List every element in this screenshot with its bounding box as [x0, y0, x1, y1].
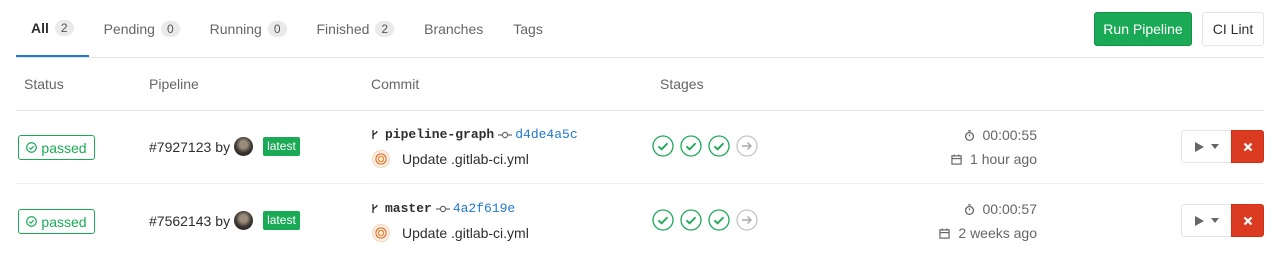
finished-at: 1 hour ago	[951, 151, 1037, 167]
pipeline-by-label: by	[215, 138, 231, 155]
commit-icon	[435, 205, 450, 212]
check-circle-icon	[26, 216, 38, 227]
timer-icon	[964, 203, 974, 215]
avatar[interactable]	[372, 150, 390, 168]
run-pipeline-button[interactable]: Run Pipeline	[1094, 12, 1192, 46]
tab-tags[interactable]: Tags	[498, 0, 558, 57]
finished-at: 2 weeks ago	[939, 225, 1037, 241]
calendar-icon	[951, 153, 962, 165]
branch-icon	[372, 130, 378, 139]
play-icon	[1195, 215, 1204, 226]
close-icon	[1243, 142, 1252, 151]
stages-graph	[652, 209, 758, 231]
stage-passed-icon[interactable]	[680, 135, 702, 157]
finished-ago: 2 weeks ago	[958, 225, 1037, 241]
stage-passed-icon[interactable]	[708, 135, 730, 157]
commit-message-line: Update .gitlab-ci.yml	[372, 150, 529, 168]
tab-all-label: All	[31, 19, 49, 36]
commit-ref-line: pipeline-graph d4de4a5c	[371, 127, 578, 142]
duration-value: 00:00:57	[982, 201, 1038, 217]
header-pipeline: Pipeline	[149, 76, 199, 92]
duration: 00:00:57	[964, 201, 1038, 217]
tab-running-count: 0	[267, 20, 287, 37]
stages-graph	[652, 135, 758, 157]
tab-branches-label: Branches	[424, 20, 484, 37]
commit-icon	[498, 131, 513, 138]
table-header: Status Pipeline Commit Stages	[16, 58, 1264, 111]
pipeline-cell: #7927123 by latest	[149, 137, 300, 156]
pipeline-id-link[interactable]: #7562143	[149, 213, 211, 229]
commit-message-link[interactable]: Update .gitlab-ci.yml	[402, 225, 529, 241]
play-dropdown-button[interactable]	[1181, 204, 1232, 237]
pipeline-cell: #7562143 by latest	[149, 211, 300, 230]
commit-message-link[interactable]: Update .gitlab-ci.yml	[402, 151, 529, 167]
stage-skipped-icon[interactable]	[736, 209, 758, 231]
avatar[interactable]	[234, 137, 254, 156]
pipeline-by-label: by	[215, 212, 231, 229]
branch-link[interactable]: master	[385, 201, 432, 216]
tab-finished-count: 2	[375, 20, 395, 37]
status-badge[interactable]: passed	[18, 209, 95, 234]
branch-icon	[372, 204, 378, 213]
play-icon	[1195, 141, 1204, 152]
stage-passed-icon[interactable]	[708, 209, 730, 231]
table-row: passed #7927123 by latest pipeline-graph…	[16, 110, 1264, 184]
header-commit: Commit	[371, 76, 420, 92]
chevron-down-icon	[1211, 218, 1219, 223]
play-dropdown-button[interactable]	[1181, 130, 1232, 163]
status-label: passed	[41, 139, 87, 156]
check-circle-icon	[26, 142, 38, 153]
tab-running-label: Running	[209, 20, 262, 37]
ci-lint-button[interactable]: CI Lint	[1202, 12, 1264, 46]
tab-finished[interactable]: Finished 2	[302, 0, 410, 57]
tab-finished-label: Finished	[316, 20, 370, 37]
cancel-button[interactable]	[1231, 130, 1264, 163]
latest-badge: latest	[263, 137, 300, 156]
calendar-icon	[939, 227, 951, 239]
avatar[interactable]	[234, 211, 254, 230]
tab-all-count: 2	[54, 19, 74, 36]
avatar[interactable]	[372, 224, 390, 242]
stage-passed-icon[interactable]	[652, 135, 674, 157]
latest-badge: latest	[263, 211, 300, 230]
duration: 00:00:55	[964, 127, 1038, 143]
tab-running[interactable]: Running 0	[195, 0, 302, 57]
finished-ago: 1 hour ago	[970, 151, 1037, 167]
status-label: passed	[41, 213, 87, 230]
duration-value: 00:00:55	[982, 127, 1038, 143]
header-status: Status	[24, 76, 64, 92]
chevron-down-icon	[1211, 144, 1219, 149]
tab-pending[interactable]: Pending 0	[89, 0, 195, 57]
stage-skipped-icon[interactable]	[736, 135, 758, 157]
header-stages: Stages	[660, 76, 704, 92]
commit-message-line: Update .gitlab-ci.yml	[372, 224, 529, 242]
commit-ref-line: master 4a2f619e	[371, 201, 515, 216]
timer-icon	[964, 129, 974, 141]
table-row: passed #7562143 by latest master 4a2f619…	[16, 184, 1264, 257]
cancel-button[interactable]	[1231, 204, 1264, 237]
close-icon	[1243, 216, 1252, 225]
tab-tags-label: Tags	[513, 20, 543, 37]
commit-sha-link[interactable]: d4de4a5c	[515, 127, 577, 142]
tab-pending-label: Pending	[103, 20, 155, 37]
status-badge[interactable]: passed	[18, 135, 95, 160]
branch-link[interactable]: pipeline-graph	[385, 127, 494, 142]
stage-passed-icon[interactable]	[680, 209, 702, 231]
tab-pending-count: 0	[160, 20, 180, 37]
tab-all[interactable]: All 2	[16, 0, 89, 57]
stage-passed-icon[interactable]	[652, 209, 674, 231]
commit-sha-link[interactable]: 4a2f619e	[453, 201, 515, 216]
pipeline-tabs: All 2 Pending 0 Running 0 Finished 2 Bra…	[16, 0, 558, 57]
pipeline-id-link[interactable]: #7927123	[149, 139, 211, 155]
tab-branches[interactable]: Branches	[409, 0, 498, 57]
